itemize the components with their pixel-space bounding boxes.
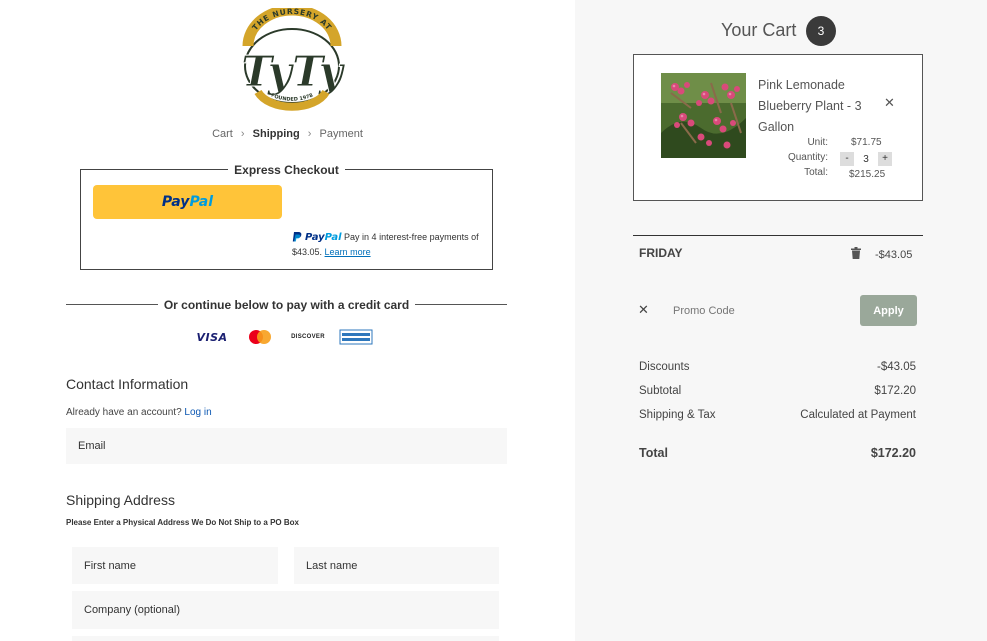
product-name[interactable]: Pink Lemonade Blueberry Plant - 3 Gallon [758, 75, 878, 138]
cart-count-badge: 3 [806, 16, 836, 46]
trash-icon[interactable] [851, 247, 861, 259]
mastercard-icon [243, 328, 277, 346]
login-link[interactable]: Log in [184, 407, 211, 418]
shipping-address-title: Shipping Address [66, 492, 175, 508]
breadcrumb-cart[interactable]: Cart [212, 128, 233, 140]
checkout-form-panel: THE NURSERY AT TyTy FOUNDED 1978 Cart › … [0, 0, 575, 641]
total-value: $172.20 [870, 446, 916, 460]
discover-icon: DISCOVER [291, 334, 325, 340]
unit-price: $71.75 [851, 137, 882, 148]
promo-code-input[interactable] [665, 300, 845, 322]
breadcrumb-shipping: Shipping [252, 128, 300, 140]
unit-label: Unit: [807, 137, 828, 148]
company-field[interactable]: Company (optional) [72, 591, 499, 629]
increase-quantity-button[interactable]: + [878, 152, 892, 166]
contact-info-title: Contact Information [66, 376, 189, 392]
decrease-quantity-button[interactable]: - [840, 152, 854, 166]
amex-icon [339, 328, 373, 346]
express-checkout-title: Express Checkout [228, 163, 345, 177]
last-name-field[interactable]: Last name [294, 547, 499, 584]
cart-item: Pink Lemonade Blueberry Plant - 3 Gallon… [633, 54, 923, 201]
first-name-field[interactable]: First name [72, 547, 278, 584]
paypal-button[interactable]: PayPal [93, 185, 282, 219]
divider-text: Or continue below to pay with a credit c… [157, 298, 416, 312]
chevron-right-icon: › [240, 128, 245, 140]
subtotal-label: Subtotal [639, 385, 682, 397]
email-field[interactable]: Email [66, 428, 507, 464]
cart-summary-panel: Your Cart 3 Pink Lemonade Blueberry Plan… [575, 0, 987, 641]
account-prompt: Already have an account? Log in [66, 407, 212, 418]
discount-divider [633, 235, 923, 236]
credit-card-divider: Or continue below to pay with a credit c… [66, 296, 507, 312]
cart-title: Your Cart [721, 20, 797, 40]
paypal-icon: PayPal [292, 231, 342, 245]
close-icon[interactable]: ✕ [638, 302, 649, 318]
breadcrumb-payment: Payment [319, 128, 363, 140]
quantity-stepper: - 3 + [840, 152, 892, 166]
paypal-logo: PayPal [161, 194, 214, 210]
discounts-label: Discounts [639, 361, 690, 373]
quantity-value[interactable]: 3 [854, 154, 878, 165]
quantity-label: Quantity: [787, 152, 828, 163]
total-label: Total [639, 446, 668, 460]
shipping-tax-label: Shipping & Tax [639, 409, 716, 421]
item-total-value: $215.25 [849, 169, 886, 180]
address-field[interactable] [72, 636, 499, 641]
learn-more-link[interactable]: Learn more [325, 247, 371, 257]
shipping-tax-value: Calculated at Payment [800, 409, 916, 421]
express-checkout-box: Express Checkout PayPal PayPal Pay in 4 … [80, 163, 493, 270]
po-box-note: Please Enter a Physical Address We Do No… [66, 518, 299, 527]
remove-item-icon[interactable]: ✕ [884, 95, 895, 111]
discount-code-amount: -$43.05 [875, 249, 913, 261]
chevron-right-icon: › [307, 128, 312, 140]
visa-icon: VISA [196, 330, 228, 344]
subtotal-value: $172.20 [874, 385, 916, 397]
item-total-label: Total: [804, 167, 828, 178]
paypal-paylater-message: PayPal Pay in 4 interest-free payments o… [292, 230, 487, 259]
applied-discount-code: FRIDAY [639, 246, 683, 260]
apply-button[interactable]: Apply [860, 295, 917, 326]
breadcrumb: Cart › Shipping › Payment [0, 128, 575, 140]
product-image[interactable] [661, 73, 746, 158]
card-logos: VISA DISCOVER [195, 328, 373, 346]
svg-text:TyTy: TyTy [241, 47, 346, 96]
discounts-value: -$43.05 [876, 361, 916, 373]
store-logo[interactable]: THE NURSERY AT TyTy FOUNDED 1978 [228, 8, 356, 112]
